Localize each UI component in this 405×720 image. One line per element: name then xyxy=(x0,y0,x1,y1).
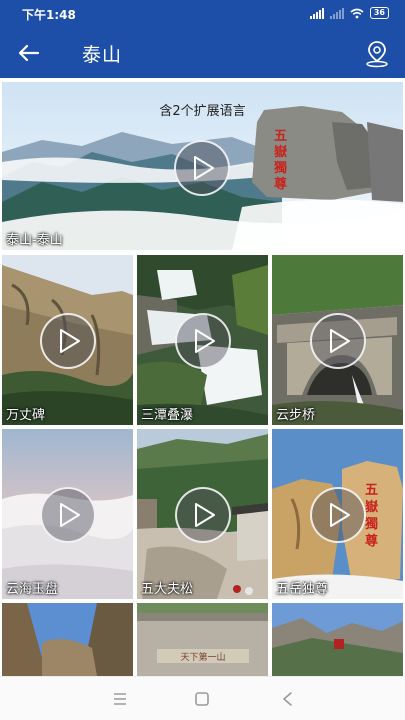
mountain-stairs-image xyxy=(272,603,403,676)
page-title: 泰山 xyxy=(82,44,123,66)
menu-icon[interactable] xyxy=(108,689,132,709)
attraction-tile-santandiepu[interactable]: 三潭叠瀑 xyxy=(137,255,268,425)
back-arrow-icon[interactable] xyxy=(14,38,44,68)
svg-text:五: 五 xyxy=(365,483,378,498)
tile-caption: 云海玉盘 xyxy=(6,582,59,597)
canyon-image xyxy=(2,603,133,676)
home-square-icon[interactable] xyxy=(190,689,214,709)
status-bar: 下午1:48 36 xyxy=(0,0,405,28)
play-icon[interactable] xyxy=(40,487,96,543)
status-icons: 36 xyxy=(309,7,389,19)
wifi-icon xyxy=(350,8,364,18)
banner-subtitle: 含2个扩展语言 xyxy=(159,104,246,119)
app-bar: 泰山 xyxy=(0,28,405,78)
svg-text:嶽: 嶽 xyxy=(365,499,379,515)
tile-caption: 三潭叠瀑 xyxy=(141,408,194,423)
tile-caption: 五岳独尊 xyxy=(276,582,329,597)
play-icon[interactable] xyxy=(175,487,231,543)
signal-icon xyxy=(309,7,324,19)
svg-text:五: 五 xyxy=(274,129,287,144)
stone-gate-image: 天下第一山 xyxy=(137,603,268,676)
svg-text:尊: 尊 xyxy=(365,533,378,549)
back-triangle-icon[interactable] xyxy=(276,689,300,709)
attraction-tile-yunbuqiao[interactable]: 云步桥 xyxy=(272,255,403,425)
play-icon[interactable] xyxy=(310,313,366,369)
banner-caption: 泰山-泰山 xyxy=(6,233,63,248)
svg-text:尊: 尊 xyxy=(274,176,287,192)
status-time: 下午1:48 xyxy=(22,8,76,22)
attraction-tile-wanzhangbei[interactable]: 万丈碑 xyxy=(2,255,133,425)
svg-text:獨: 獨 xyxy=(364,516,378,532)
play-icon[interactable] xyxy=(40,313,96,369)
location-pin-icon[interactable] xyxy=(363,38,391,68)
svg-text:嶽: 嶽 xyxy=(274,144,288,160)
tile-caption: 五大夫松 xyxy=(141,582,194,597)
signal-secondary-icon xyxy=(329,7,344,19)
banner-card[interactable]: 五 嶽 獨 尊 含2个扩展语言 泰山-泰山 xyxy=(2,82,403,250)
svg-text:獨: 獨 xyxy=(273,160,287,176)
battery-icon: 36 xyxy=(369,7,389,19)
tile-caption: 万丈碑 xyxy=(6,408,46,423)
attraction-tile-yunhaiyupan[interactable]: 云海玉盘 xyxy=(2,429,133,599)
tile-caption: 云步桥 xyxy=(276,408,316,423)
attraction-tile-wudafusong[interactable]: 五大夫松 xyxy=(137,429,268,599)
attraction-tile-wuyueduzun[interactable]: 五 嶽 獨 尊 五岳独尊 xyxy=(272,429,403,599)
gate-inscription: 天下第一山 xyxy=(180,651,225,663)
play-icon[interactable] xyxy=(175,313,231,369)
attraction-tile-partial[interactable] xyxy=(272,603,403,676)
play-icon[interactable] xyxy=(174,140,230,196)
attraction-tile-partial[interactable] xyxy=(2,603,133,676)
attraction-tile-partial[interactable]: 天下第一山 xyxy=(137,603,268,676)
system-nav-bar xyxy=(0,676,405,720)
play-icon[interactable] xyxy=(310,487,366,543)
